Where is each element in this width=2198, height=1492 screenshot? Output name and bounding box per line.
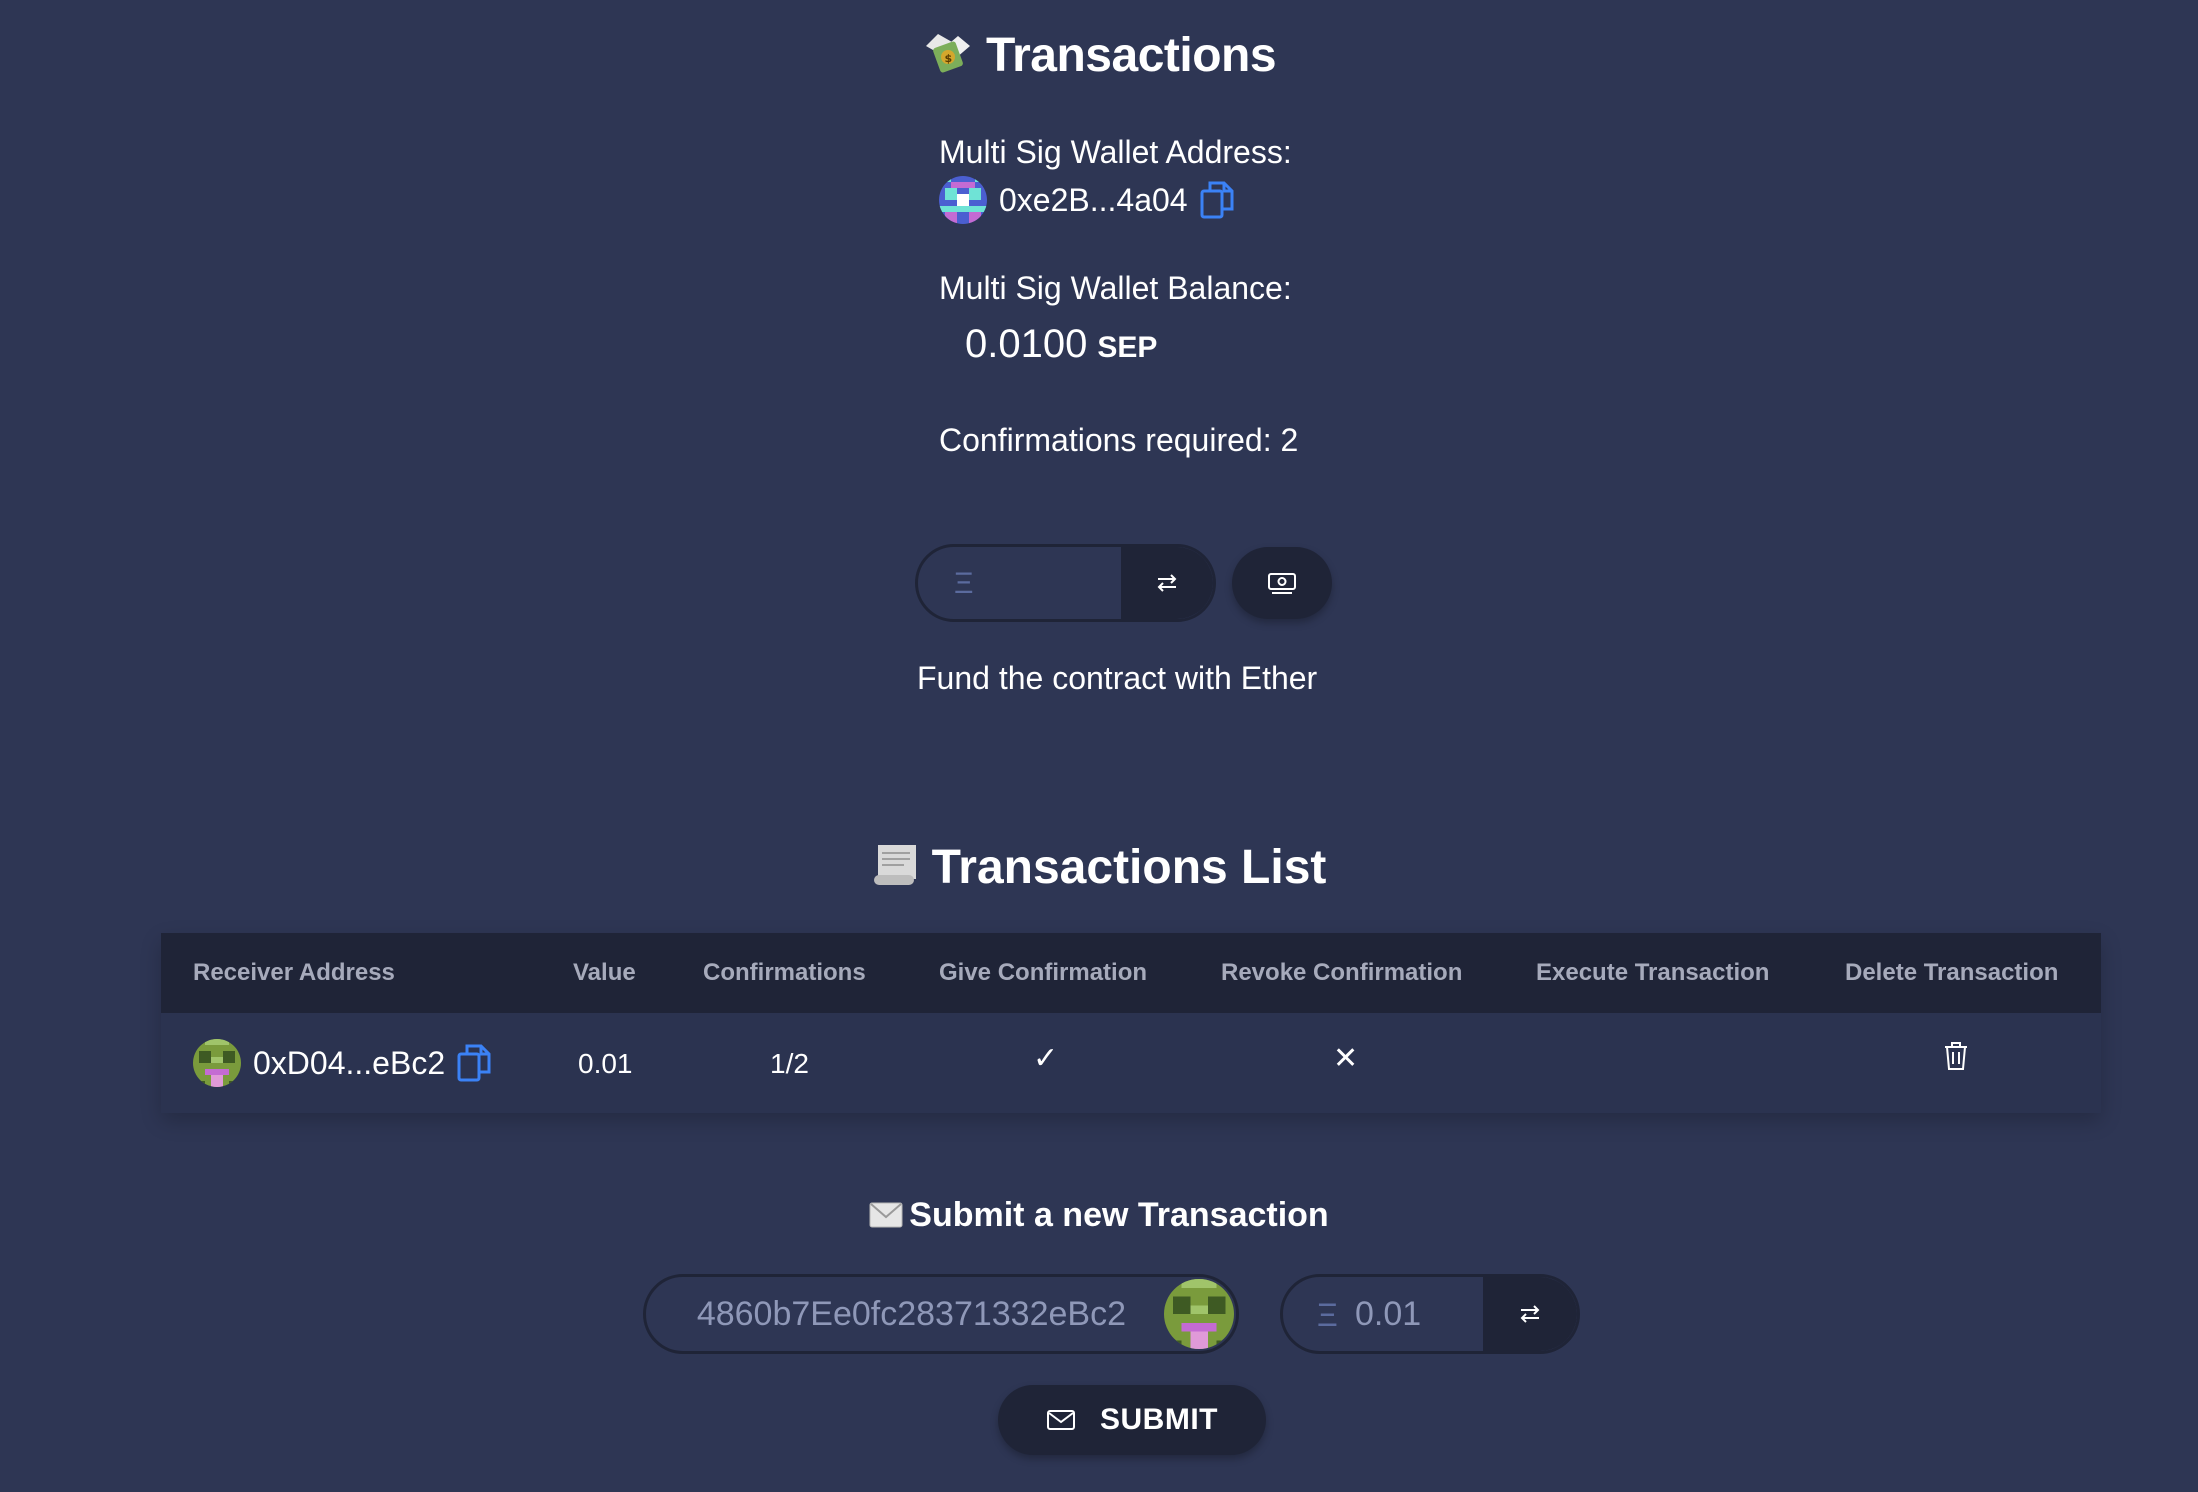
transaction-amount-input[interactable]: Ξ 0.01 xyxy=(1280,1274,1580,1354)
col-execute-transaction: Execute Transaction xyxy=(1536,959,1770,986)
receiver-avatar xyxy=(193,1039,241,1087)
transactions-table: Receiver Address Value Confirmations Giv… xyxy=(161,933,2101,1113)
receiver-address-value: ​4860b7Ee0fc28371332eBc2 xyxy=(696,1295,1126,1333)
give-confirmation-button[interactable]: ✓ xyxy=(1033,1041,1058,1076)
copy-icon[interactable] xyxy=(1200,181,1234,219)
confirmations-cell: 1/2 xyxy=(770,1048,809,1079)
page-title-text: Transactions xyxy=(985,29,1277,82)
value-cell: 0.01 xyxy=(578,1048,633,1079)
transaction-amount-value[interactable]: 0.01 xyxy=(1355,1295,1421,1334)
col-give-confirmation: Give Confirmation xyxy=(939,959,1148,986)
swap-icon xyxy=(1520,1305,1540,1323)
wallet-balance: 0.0100 SEP xyxy=(965,322,1157,367)
transactions-list-title-text: Transactions List xyxy=(931,841,1327,894)
currency-swap-button[interactable] xyxy=(1121,547,1213,619)
submit-button-label: SUBMIT xyxy=(1100,1403,1218,1436)
svg-text:$: $ xyxy=(944,52,951,65)
balance-unit: SEP xyxy=(1097,331,1158,364)
revoke-confirmation-button[interactable]: ✕ xyxy=(1333,1041,1358,1076)
col-revoke-confirmation: Revoke Confirmation xyxy=(1221,959,1463,986)
fund-amount-input[interactable]: Ξ xyxy=(915,544,1216,622)
wallet-address-label: Multi Sig Wallet Address: xyxy=(939,134,1292,170)
receiver-address-input[interactable]: ​4860b7Ee0fc28371332eBc2 xyxy=(643,1274,1239,1354)
receiver-avatar xyxy=(1164,1279,1234,1349)
trash-icon xyxy=(1945,1042,1967,1070)
confirmations-required: Confirmations required: 2 xyxy=(939,422,1299,458)
wallet-balance-label: Multi Sig Wallet Balance: xyxy=(939,270,1292,306)
copy-icon[interactable] xyxy=(457,1044,491,1082)
submit-section-title-text: Submit a new Transaction xyxy=(909,1196,1329,1234)
table-header: Receiver Address Value Confirmations Giv… xyxy=(161,933,2101,1013)
wallet-avatar xyxy=(939,176,987,224)
ether-symbol-icon: Ξ xyxy=(954,567,974,600)
balance-value: 0.0100 xyxy=(965,322,1088,366)
col-confirmations: Confirmations xyxy=(703,959,866,986)
page-title: $ Transactions xyxy=(0,28,2198,88)
submit-button[interactable]: SUBMIT xyxy=(998,1385,1266,1455)
ether-symbol-icon: Ξ xyxy=(1317,1297,1338,1333)
scroll-icon xyxy=(872,841,920,899)
receiver-address-cell: 0xD04...eBc2 xyxy=(193,1039,491,1087)
wallet-address-text: 0xe2B...4a04 xyxy=(999,181,1188,218)
mail-icon xyxy=(1047,1410,1075,1430)
fund-amount-field[interactable] xyxy=(988,547,1138,619)
delete-transaction-button[interactable] xyxy=(1943,1041,1969,1078)
col-receiver-address: Receiver Address xyxy=(193,959,395,986)
swap-icon xyxy=(1157,574,1177,592)
banknote-icon xyxy=(1268,573,1296,594)
submit-section-title: Submit a new Transaction xyxy=(0,1196,2198,1237)
currency-swap-button[interactable] xyxy=(1483,1277,1577,1351)
money-with-wings-icon: $ xyxy=(922,28,974,88)
col-value: Value xyxy=(573,959,636,986)
wallet-address: 0xe2B...4a04 xyxy=(939,176,1234,224)
envelope-icon xyxy=(869,1198,903,1237)
send-fund-button[interactable] xyxy=(1232,547,1332,619)
fund-caption: Fund the contract with Ether xyxy=(917,660,1318,696)
transactions-list-title: Transactions List xyxy=(0,840,2198,899)
receiver-address-text: 0xD04...eBc2 xyxy=(253,1044,446,1081)
col-delete-transaction: Delete Transaction xyxy=(1845,959,2059,986)
